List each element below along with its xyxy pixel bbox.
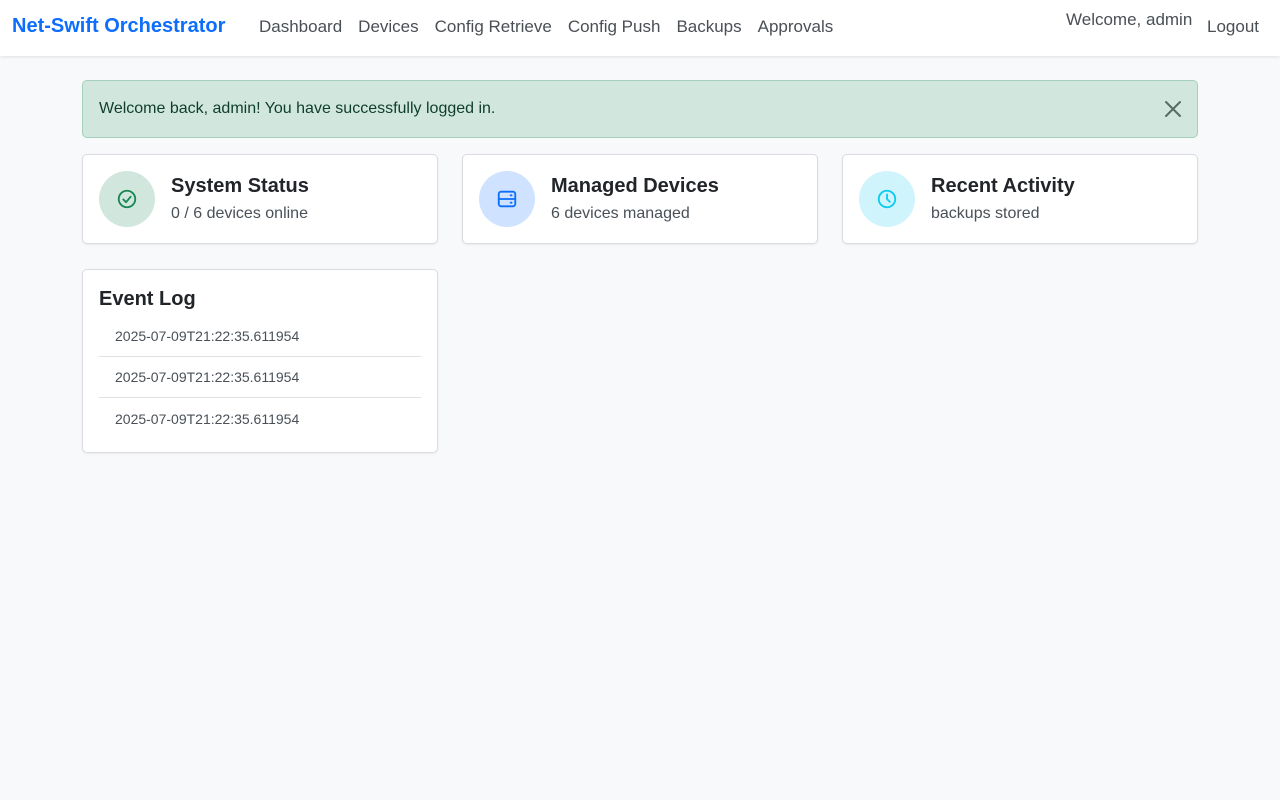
managed-devices-card: Managed Devices 6 devices managed bbox=[462, 154, 818, 244]
alert-message: Welcome back, admin! You have successful… bbox=[99, 100, 496, 117]
event-log-entry: 2025-07-09T21:22:35.611954 bbox=[99, 316, 421, 357]
stat-subtitle: 0 / 6 devices online bbox=[171, 205, 308, 222]
nav-link-config-retrieve[interactable]: Config Retrieve bbox=[427, 17, 560, 37]
login-success-alert: Welcome back, admin! You have successful… bbox=[82, 80, 1198, 138]
event-log-card: Event Log 2025-07-09T21:22:35.611954 202… bbox=[82, 269, 438, 453]
welcome-user-text: Welcome, admin bbox=[1066, 10, 1193, 29]
nav-links: Dashboard Devices Config Retrieve Config… bbox=[251, 17, 841, 37]
logout-link[interactable]: Logout bbox=[1207, 17, 1259, 37]
nav-link-config-push[interactable]: Config Push bbox=[560, 17, 669, 37]
event-log-entry: 2025-07-09T21:22:35.611954 bbox=[115, 410, 300, 427]
event-log-title: Event Log bbox=[99, 288, 196, 310]
nav-link-backups[interactable]: Backups bbox=[668, 17, 749, 37]
stat-subtitle: 6 devices managed bbox=[551, 205, 690, 222]
nav-link-approvals[interactable]: Approvals bbox=[750, 17, 842, 37]
top-navbar: Net-Swift Orchestrator Dashboard Devices… bbox=[0, 0, 1280, 56]
stat-title: System Status bbox=[171, 175, 309, 197]
event-log-entry: 2025-07-09T21:22:35.611954 bbox=[99, 357, 421, 398]
recent-activity-card: Recent Activity backups stored bbox=[842, 154, 1198, 244]
nav-link-dashboard[interactable]: Dashboard bbox=[251, 17, 350, 37]
clock-icon bbox=[859, 171, 915, 227]
system-status-card: System Status 0 / 6 devices online bbox=[82, 154, 438, 244]
close-icon[interactable] bbox=[1163, 99, 1183, 119]
server-icon bbox=[479, 171, 535, 227]
nav-link-devices[interactable]: Devices bbox=[350, 17, 426, 37]
brand-logo-link[interactable]: Net-Swift Orchestrator bbox=[12, 15, 225, 38]
check-circle-icon bbox=[99, 171, 155, 227]
stat-title: Recent Activity bbox=[931, 175, 1075, 197]
stat-title: Managed Devices bbox=[551, 175, 719, 197]
stat-subtitle: backups stored bbox=[931, 205, 1040, 222]
event-log-list: 2025-07-09T21:22:35.611954 2025-07-09T21… bbox=[99, 316, 421, 439]
